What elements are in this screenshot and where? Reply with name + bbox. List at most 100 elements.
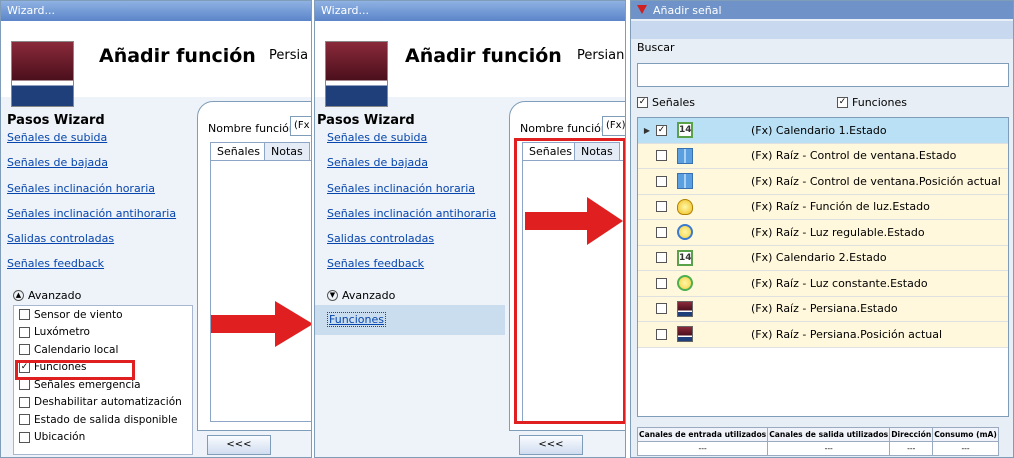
table-cell: --- bbox=[636, 441, 769, 456]
signal-label: (Fx) Raíz - Función de luz.Estado bbox=[751, 200, 930, 214]
table-row: --- --- --- --- bbox=[636, 441, 999, 456]
checkbox[interactable] bbox=[656, 277, 667, 289]
page-subtitle: Persian bbox=[577, 48, 625, 63]
wizard-panel-1: Wizard... Añadir función Persia Pasos Wi… bbox=[0, 0, 312, 458]
step-link[interactable]: Señales de bajada bbox=[7, 156, 193, 181]
arrow-right-icon bbox=[211, 301, 311, 347]
list-item[interactable]: (Fx) Raíz - Persiana.Posición actual bbox=[638, 322, 1008, 348]
filter-signals[interactable]: ✓ Señales bbox=[637, 96, 695, 109]
table-cell: --- bbox=[932, 441, 999, 456]
table-header: Canales de entrada utilizados bbox=[636, 427, 769, 442]
checkbox[interactable] bbox=[19, 326, 30, 338]
advanced-toggle[interactable]: ▼ Avanzado bbox=[327, 289, 395, 302]
arrow-right-icon bbox=[525, 197, 623, 245]
step-link[interactable]: Salidas controladas bbox=[7, 232, 193, 257]
checkbox[interactable] bbox=[19, 414, 30, 426]
blind-thumbnail bbox=[325, 41, 388, 107]
list-item[interactable]: (Fx) Raíz - Luz regulable.Estado bbox=[638, 220, 1008, 246]
list-item[interactable]: 14 (Fx) Calendario 2.Estado bbox=[638, 245, 1008, 271]
option-row[interactable]: Estado de salida disponible bbox=[14, 411, 192, 429]
calendar-icon: 14 bbox=[677, 122, 693, 139]
tab-senales[interactable]: Señales bbox=[210, 142, 268, 161]
checkbox[interactable] bbox=[19, 396, 30, 408]
filter-functions-label: Funciones bbox=[852, 96, 907, 109]
window-title: Wizard... bbox=[315, 1, 625, 21]
wizard-header: Añadir función Persian bbox=[315, 21, 625, 107]
step-link[interactable]: Señales feedback bbox=[7, 257, 193, 282]
expand-icon[interactable]: ▶ bbox=[638, 126, 656, 135]
signal-label: (Fx) Raíz - Luz regulable.Estado bbox=[751, 225, 925, 239]
signal-label: (Fx) Raíz - Persiana.Posición actual bbox=[751, 327, 943, 341]
checkbox[interactable] bbox=[19, 344, 30, 356]
step-link[interactable]: Señales de subida bbox=[7, 131, 193, 156]
list-item[interactable]: ▶ ✓ 14 (Fx) Calendario 1.Estado bbox=[638, 118, 1008, 144]
option-row[interactable]: Sensor de viento bbox=[14, 306, 192, 324]
checkbox[interactable] bbox=[656, 226, 667, 238]
checkbox[interactable] bbox=[656, 150, 667, 162]
back-button[interactable]: <<< bbox=[207, 435, 271, 455]
signal-icon bbox=[637, 5, 647, 14]
function-editor: Nombre función: (Fx Señales Notas bbox=[197, 101, 311, 431]
function-name-label: Nombre función: bbox=[520, 122, 612, 135]
checkbox[interactable] bbox=[656, 303, 667, 315]
option-label: Ubicación bbox=[34, 431, 86, 444]
wizard-header: Añadir función Persia bbox=[1, 21, 311, 107]
checkbox-checked[interactable]: ✓ bbox=[837, 97, 848, 108]
chevron-up-icon: ▲ bbox=[13, 290, 24, 301]
filter-functions[interactable]: ✓ Funciones bbox=[837, 96, 907, 109]
option-row[interactable]: Luxómetro bbox=[14, 324, 192, 342]
checkbox[interactable] bbox=[656, 252, 667, 264]
option-row[interactable]: Deshabilitar automatización bbox=[14, 394, 192, 412]
blind-thumbnail bbox=[11, 41, 74, 107]
option-row[interactable]: Ubicación bbox=[14, 429, 192, 447]
advanced-label: Avanzado bbox=[342, 289, 396, 302]
checkbox[interactable] bbox=[19, 309, 30, 321]
checkbox[interactable] bbox=[656, 201, 667, 213]
step-link[interactable]: Señales de subida bbox=[327, 131, 513, 156]
function-name-input[interactable]: (Fx) bbox=[602, 116, 625, 136]
page-subtitle: Persia bbox=[269, 48, 309, 63]
step-link[interactable]: Señales feedback bbox=[327, 257, 513, 282]
advanced-options-list: Sensor de viento Luxómetro Calendario lo… bbox=[13, 305, 193, 455]
checkbox[interactable] bbox=[19, 431, 30, 443]
step-link[interactable]: Señales de bajada bbox=[327, 156, 513, 181]
advanced-toggle[interactable]: ▲ Avanzado bbox=[13, 289, 81, 302]
step-link[interactable]: Señales inclinación antihoraria bbox=[7, 207, 193, 232]
signal-label: (Fx) Calendario 2.Estado bbox=[751, 251, 887, 265]
page-title: Añadir función bbox=[99, 45, 256, 67]
step-link[interactable]: Señales inclinación horaria bbox=[7, 182, 193, 207]
signal-label: (Fx) Raíz - Control de ventana.Posición … bbox=[751, 174, 1001, 188]
steps-list: Señales de subida Señales de bajada Seña… bbox=[327, 131, 513, 283]
tab-notas[interactable]: Notas bbox=[264, 142, 310, 161]
checkbox[interactable] bbox=[656, 175, 667, 187]
option-label: Señales emergencia bbox=[34, 378, 141, 391]
table-header-row: Canales de entrada utilizados Canales de… bbox=[636, 427, 999, 442]
signals-tab-panel bbox=[210, 160, 311, 422]
funciones-link[interactable]: Funciones bbox=[327, 312, 386, 327]
list-item[interactable]: (Fx) Raíz - Control de ventana.Estado bbox=[638, 143, 1008, 169]
calendar-icon: 14 bbox=[677, 249, 693, 266]
step-link[interactable]: Salidas controladas bbox=[327, 232, 513, 257]
signal-label: (Fx) Raíz - Persiana.Estado bbox=[751, 302, 898, 316]
step-link[interactable]: Señales inclinación antihoraria bbox=[327, 207, 513, 232]
list-item[interactable]: (Fx) Raíz - Función de luz.Estado bbox=[638, 194, 1008, 220]
list-item[interactable]: (Fx) Raíz - Luz constante.Estado bbox=[638, 271, 1008, 297]
signal-label: (Fx) Raíz - Control de ventana.Estado bbox=[751, 149, 957, 163]
list-item[interactable]: (Fx) Raíz - Control de ventana.Posición … bbox=[638, 169, 1008, 195]
function-name-input[interactable]: (Fx bbox=[290, 116, 311, 136]
signal-list: ▶ ✓ 14 (Fx) Calendario 1.Estado (Fx) Raí… bbox=[637, 117, 1009, 417]
list-item[interactable]: (Fx) Raíz - Persiana.Estado bbox=[638, 296, 1008, 322]
checkbox[interactable] bbox=[19, 379, 30, 391]
checkbox-checked[interactable]: ✓ bbox=[656, 124, 667, 136]
blind-icon bbox=[677, 326, 693, 343]
checkbox-checked[interactable]: ✓ bbox=[637, 97, 648, 108]
option-label: Calendario local bbox=[34, 343, 119, 356]
option-row[interactable]: Calendario local bbox=[14, 341, 192, 359]
highlight-box bbox=[514, 138, 625, 424]
wizard-panel-2: Wizard... Añadir función Persian Pasos W… bbox=[314, 0, 626, 458]
table-header: Dirección bbox=[889, 427, 934, 442]
step-link[interactable]: Señales inclinación horaria bbox=[327, 182, 513, 207]
checkbox[interactable] bbox=[656, 328, 667, 340]
back-button[interactable]: <<< bbox=[519, 435, 583, 455]
search-input[interactable] bbox=[637, 63, 1009, 87]
